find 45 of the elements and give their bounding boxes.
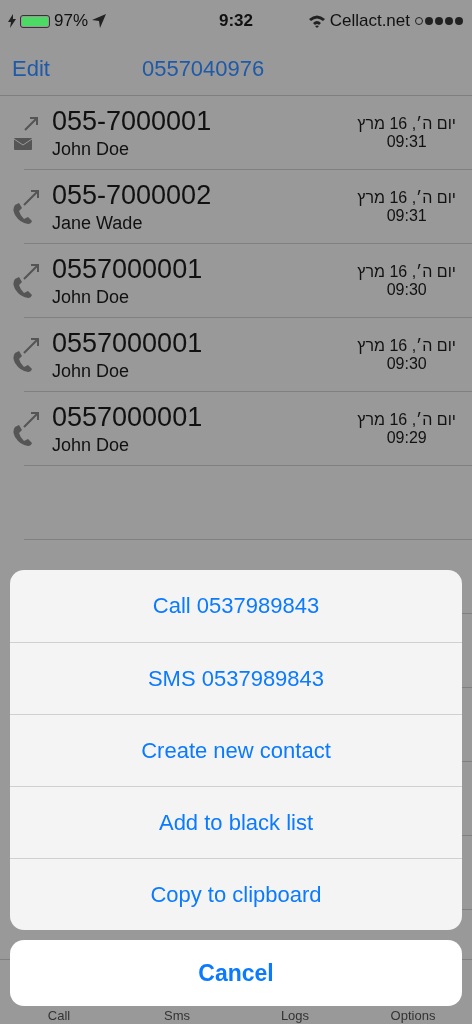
call-number[interactable]: 0557000001 [52, 254, 203, 285]
signal-dots-icon [414, 16, 464, 26]
location-arrow-icon [92, 14, 107, 28]
call-number[interactable]: 055-7000002 [52, 180, 212, 211]
call-number[interactable]: 055-7000001 [52, 106, 212, 137]
carrier-name: Cellact.net [329, 11, 410, 31]
call-time: 09:29 [386, 429, 427, 447]
call-date: יום ה׳, 16 מרץ [357, 263, 456, 281]
edit-button[interactable]: Edit [12, 55, 50, 82]
contact-name: John Doe [52, 361, 130, 382]
tab-label[interactable]: Sms [164, 1008, 190, 1024]
action-button[interactable]: Create new contact [10, 714, 462, 786]
phone-arrow-icon [12, 411, 40, 447]
action-button[interactable]: SMS 0537989843 [10, 642, 462, 714]
call-number[interactable]: 0557000001 [52, 328, 203, 359]
call-date: יום ה׳, 16 מרץ [357, 115, 456, 133]
phone-arrow-icon [12, 189, 40, 225]
call-number[interactable]: 0557000001 [52, 402, 203, 433]
contact-name: Jane Wade [52, 213, 143, 234]
battery-percentage: 97% [54, 11, 89, 31]
action-button[interactable]: Copy to clipboard [10, 858, 462, 930]
call-time: 09:31 [386, 133, 427, 151]
nav-title: 0557040976 [141, 55, 265, 82]
action-button[interactable]: Call 0537989843 [10, 570, 462, 642]
envelope-arrow-icon [13, 116, 39, 150]
call-time: 09:31 [386, 207, 427, 225]
call-time: 09:30 [386, 355, 427, 373]
call-date: יום ה׳, 16 מרץ [357, 337, 456, 355]
contact-name: John Doe [52, 435, 130, 456]
battery-icon [20, 14, 50, 28]
tab-label[interactable]: Call [47, 1008, 71, 1024]
cancel-button[interactable]: Cancel [10, 940, 462, 1006]
phone-arrow-icon [12, 263, 40, 299]
call-date: יום ה׳, 16 מרץ [357, 189, 456, 207]
contact-name: John Doe [52, 139, 130, 160]
tab-label[interactable]: Options [390, 1008, 436, 1024]
call-time: 09:30 [386, 281, 427, 299]
action-button[interactable]: Add to black list [10, 786, 462, 858]
tab-label[interactable]: Logs [280, 1008, 310, 1024]
contact-name: John Doe [52, 287, 130, 308]
status-time: 9:32 [219, 11, 253, 31]
charging-bolt-icon [8, 14, 16, 28]
wifi-icon [307, 14, 326, 28]
call-date: יום ה׳, 16 מרץ [357, 411, 456, 429]
phone-arrow-icon [12, 337, 40, 373]
